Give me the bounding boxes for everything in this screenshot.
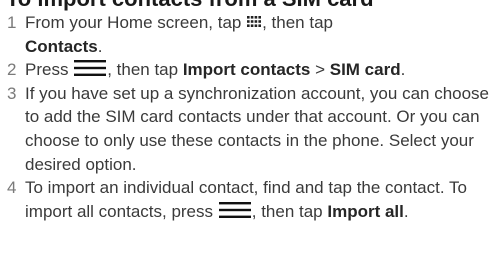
import-all-label: Import all (327, 201, 404, 221)
apps-grid-icon (247, 16, 262, 27)
step-1: 1 From your Home screen, tap , then tap … (0, 11, 494, 58)
step-2: 2 Press , then tap Import contacts > SIM… (0, 58, 494, 82)
sim-card-label: SIM card (329, 60, 401, 80)
instruction-page: To import contacts from a SIM card 1 Fro… (0, 0, 494, 274)
separator: > (310, 60, 330, 80)
menu-icon (218, 201, 251, 218)
step-text: , then tap (107, 60, 179, 80)
step-number: 2 (7, 60, 17, 80)
step-text: , then tap (262, 13, 333, 32)
step-number: 4 (7, 178, 17, 198)
step-text: , then tap (251, 201, 323, 221)
step-3: 3 If you have set up a synchronization a… (0, 82, 494, 176)
step-text: From your Home screen, tap (25, 13, 242, 32)
step-punctuation: . (97, 36, 103, 56)
step-4: 4 To import an individual contact, find … (0, 176, 494, 223)
import-contacts-label: Import contacts (182, 60, 311, 80)
step-number: 1 (7, 13, 17, 32)
steps-list: 1 From your Home screen, tap , then tap … (0, 11, 494, 223)
step-text: Press (25, 60, 69, 80)
contacts-label: Contacts (25, 36, 98, 56)
step-punctuation: . (400, 60, 406, 80)
step-punctuation: . (403, 201, 409, 221)
step-number: 3 (7, 83, 17, 103)
step-text: If you have set up a synchronization acc… (25, 83, 490, 174)
menu-icon (74, 60, 107, 77)
